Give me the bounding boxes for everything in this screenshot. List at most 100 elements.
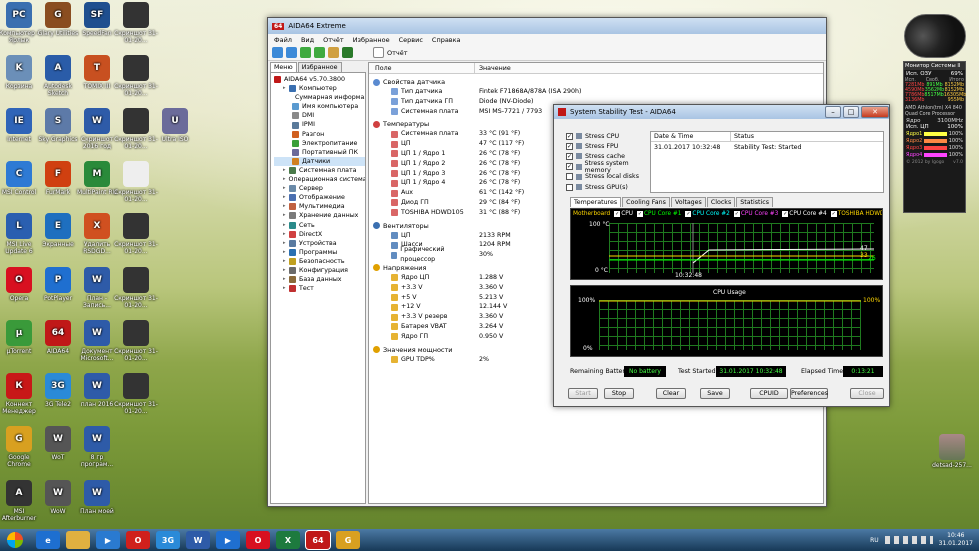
gauge-gadget[interactable] xyxy=(904,14,966,58)
back-arrow-icon[interactable] xyxy=(272,47,283,58)
desktop-icon[interactable]: 64 AIDA64 xyxy=(36,320,80,355)
legend-item[interactable]: ✓ CPU xyxy=(614,210,633,218)
desktop-icon[interactable]: A MSI Afterburner xyxy=(0,480,41,522)
tree-item[interactable]: AIDA64 v5.70.3800 xyxy=(274,75,365,84)
sst-button[interactable]: Stop xyxy=(604,388,634,399)
stability-test-window[interactable]: System Stability Test - AIDA64 – □ ✕ ✓ St… xyxy=(553,104,890,407)
menu-item[interactable]: Файл xyxy=(274,36,292,44)
desktop-icon[interactable]: G Glary Utilities xyxy=(36,2,80,37)
checkbox[interactable] xyxy=(566,173,573,181)
desktop-icon[interactable]: Скриншот 31-01-20... xyxy=(114,373,158,415)
legend-checkbox[interactable]: ✓ xyxy=(782,211,789,217)
checkbox[interactable] xyxy=(566,183,573,191)
language-indicator[interactable]: RU xyxy=(870,537,879,544)
sst-tab[interactable]: Cooling Fans xyxy=(622,197,670,207)
desktop-icon[interactable]: Скриншот 31-01-20... xyxy=(114,2,158,44)
tab-menu[interactable]: Меню xyxy=(270,62,297,72)
chart-icon[interactable] xyxy=(342,47,353,58)
desktop-icon[interactable]: Скриншот 31-01-20... xyxy=(114,267,158,309)
log-col-status[interactable]: Status xyxy=(731,132,754,141)
up-arrow-icon[interactable] xyxy=(300,47,311,58)
column-field[interactable]: Поле xyxy=(369,63,475,73)
tree-item[interactable]: Датчики xyxy=(274,156,365,166)
tree-item[interactable]: Разгон xyxy=(274,130,365,139)
sst-tab[interactable]: Statistics xyxy=(736,197,774,207)
menu-item[interactable]: Отчёт xyxy=(323,36,344,44)
tree-item[interactable]: ▸ Системная плата xyxy=(274,166,365,175)
tree-item[interactable]: Электропитание xyxy=(274,139,365,148)
desktop-icon[interactable]: W План - Запись... xyxy=(75,267,119,309)
legend-checkbox[interactable]: ✓ xyxy=(636,211,643,217)
legend-checkbox[interactable]: ✓ xyxy=(830,211,837,217)
menu-item[interactable]: Вид xyxy=(301,36,314,44)
legend-item[interactable]: ✓ CPU Core #1 xyxy=(636,210,681,218)
sst-button[interactable]: Preferences xyxy=(790,388,828,399)
legend-item[interactable]: ✓ CPU Core #4 xyxy=(782,210,827,218)
desktop-icon[interactable]: Скриншот 31-01-20... xyxy=(114,161,158,203)
tree-item[interactable]: ▸ Устройства xyxy=(274,239,365,248)
desktop-icon[interactable]: 3G 3G Tele2 xyxy=(36,373,80,408)
desktop-icon[interactable]: X Удалить RSDGD... xyxy=(75,213,119,255)
legend-checkbox[interactable]: ✓ xyxy=(685,211,692,217)
desktop-icon[interactable]: µ µTorrent xyxy=(0,320,41,355)
tab-favorites[interactable]: Избранное xyxy=(297,62,342,72)
forward-arrow-icon[interactable] xyxy=(286,47,297,58)
desktop-icon[interactable]: C MSI Control xyxy=(0,161,41,196)
taskbar-app[interactable]: 64 xyxy=(306,531,330,549)
column-value[interactable]: Значение xyxy=(475,63,511,73)
tree-item[interactable]: ▸ Тест xyxy=(274,284,365,293)
taskbar-app[interactable]: ▶ xyxy=(96,531,120,549)
legend-item[interactable]: ✓TOSHIBA HDWD10 xyxy=(830,210,882,218)
desktop-icon[interactable]: W Скриншот 2016 год xyxy=(75,108,119,150)
users-icon[interactable] xyxy=(328,47,339,58)
system-monitor-gadget[interactable]: Монитор Системы II Исп. ОЗУ 69% Исп. Своб… xyxy=(903,61,966,213)
tree-item[interactable]: ▸ DirectX xyxy=(274,230,365,239)
sst-button[interactable]: Save xyxy=(700,388,730,399)
sst-button[interactable]: CPUID xyxy=(750,388,788,399)
sst-titlebar[interactable]: System Stability Test - AIDA64 – □ ✕ xyxy=(554,105,889,119)
legend-checkbox[interactable]: ✓ xyxy=(733,211,740,217)
tree-item[interactable]: ▸ Сервер xyxy=(274,184,365,193)
tree-item[interactable]: IPMI xyxy=(274,120,365,129)
desktop-icon[interactable]: O Opera xyxy=(0,267,41,302)
menu-item[interactable]: Сервис xyxy=(399,36,423,44)
menu-item[interactable]: Справка xyxy=(432,36,461,44)
desktop-icon[interactable]: W WoW xyxy=(36,480,80,515)
desktop-icon[interactable]: Скриншот 31-01-20... xyxy=(114,320,158,362)
report-button[interactable]: Отчёт xyxy=(387,49,408,57)
stress-option[interactable]: ✓ Stress CPU xyxy=(566,131,651,141)
desktop-icon[interactable]: T TOMIX III xyxy=(75,55,119,90)
checkbox[interactable]: ✓ xyxy=(566,142,573,150)
desktop-icon[interactable]: Скриншот 31-01-20... xyxy=(114,55,158,97)
sensor-row[interactable]: Тип датчика Fintek F71868A/878A (ISA 290h… xyxy=(373,87,823,97)
desktop-icon[interactable]: A Autodesk Sketch xyxy=(36,55,80,97)
desktop-icon[interactable]: W Документ Microsoft... xyxy=(75,320,119,362)
checkbox[interactable]: ✓ xyxy=(566,132,573,140)
minimize-button[interactable]: – xyxy=(825,106,841,118)
stress-option[interactable]: ✓ Stress FPU xyxy=(566,141,651,151)
tree-item[interactable]: ▸ Компьютер xyxy=(274,84,365,93)
tree-item[interactable]: ▸ База данных xyxy=(274,275,365,284)
desktop-icon[interactable]: Wплан 2016 xyxy=(75,373,119,408)
desktop-icon[interactable]: Скриншот 31-01-20... xyxy=(114,108,158,150)
maximize-button[interactable]: □ xyxy=(843,106,859,118)
desktop-icon[interactable]: W WoT xyxy=(36,426,80,461)
sst-button[interactable]: Clear xyxy=(656,388,686,399)
tree-item[interactable]: ▸ Хранение данных xyxy=(274,211,365,220)
tree-item[interactable]: Имя компьютера xyxy=(274,102,365,111)
log-col-date[interactable]: Date & Time xyxy=(651,132,731,141)
taskbar-app[interactable] xyxy=(66,531,90,549)
desktop-icon[interactable]: SF SpeedFan xyxy=(75,2,119,37)
desktop-icon[interactable]: P PotPlayer xyxy=(36,267,80,302)
tree-item[interactable]: ▸ Сеть xyxy=(274,221,365,230)
sst-tab[interactable]: Voltages xyxy=(670,197,706,207)
desktop-icon[interactable]: Скриншот 31-01-20... xyxy=(114,213,158,255)
desktop-icon[interactable]: L MSI Live Update 6 xyxy=(0,213,41,255)
desktop-icon[interactable]: detsad-257... xyxy=(930,434,974,469)
tree-item[interactable]: ▸ Мультимедиа xyxy=(274,202,365,211)
stress-option[interactable]: ✓ Stress system memory xyxy=(566,160,651,174)
sst-button[interactable]: Close xyxy=(850,388,884,399)
tray-icons[interactable] xyxy=(884,536,933,544)
taskbar-app[interactable]: O xyxy=(246,531,270,549)
taskbar-app[interactable]: X xyxy=(276,531,300,549)
